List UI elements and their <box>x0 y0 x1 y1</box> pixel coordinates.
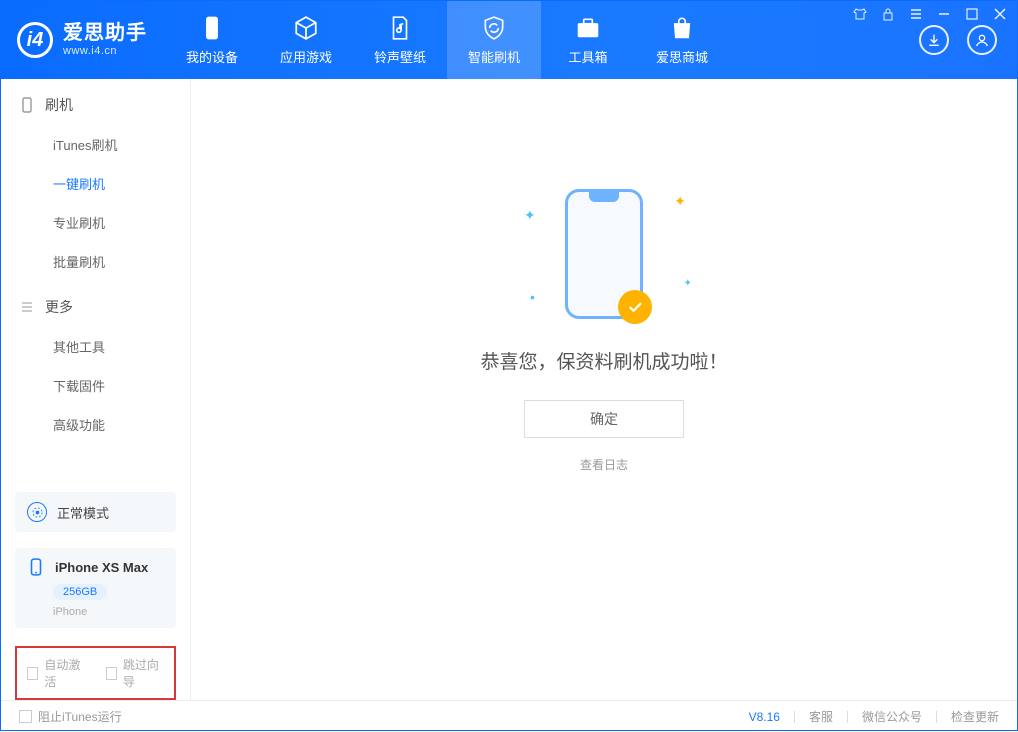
app-title: 爱思助手 <box>63 21 147 45</box>
sidebar: 刷机 iTunes刷机 一键刷机 专业刷机 批量刷机 更多 其他工具 下载固件 … <box>1 79 191 700</box>
sidebar-item-download-firmware[interactable]: 下载固件 <box>1 366 190 405</box>
sparkle-icon: • <box>530 289 535 305</box>
bag-icon <box>669 15 695 41</box>
ok-button[interactable]: 确定 <box>524 400 684 438</box>
wechat-link[interactable]: 微信公众号 <box>862 708 922 725</box>
sidebar-item-pro-flash[interactable]: 专业刷机 <box>1 203 190 242</box>
checkbox-label: 自动激活 <box>44 656 85 690</box>
app-header: i4 爱思助手 www.i4.cn 我的设备 应用游戏 铃声壁纸 <box>1 1 1017 79</box>
music-file-icon <box>387 15 413 41</box>
tab-label: 铃声壁纸 <box>374 47 426 66</box>
cube-icon <box>293 15 319 41</box>
checkbox-box-icon <box>27 667 38 680</box>
toolbox-icon <box>575 15 601 41</box>
checkbox-label: 跳过向导 <box>123 656 164 690</box>
tab-label: 智能刷机 <box>468 47 520 66</box>
check-icon <box>626 298 644 316</box>
checkbox-auto-activate[interactable]: 自动激活 <box>27 656 86 690</box>
window-controls <box>853 7 1007 21</box>
device-mode-label: 正常模式 <box>57 503 109 522</box>
refresh-shield-icon <box>481 15 507 41</box>
tab-games[interactable]: 应用游戏 <box>259 1 353 79</box>
main-panel: ✦ ✦ • ✦ 恭喜您，保资料刷机成功啦！ 确定 查看日志 <box>191 79 1017 700</box>
sidebar-section-more: 更多 <box>1 281 190 327</box>
section-title-label: 刷机 <box>45 95 73 115</box>
divider <box>794 711 795 723</box>
account-button[interactable] <box>967 25 997 55</box>
tab-toolbox[interactable]: 工具箱 <box>541 1 635 79</box>
success-message: 恭喜您，保资料刷机成功啦！ <box>191 347 1017 374</box>
checkbox-box-icon <box>19 710 32 723</box>
phone-outline-icon <box>19 97 35 113</box>
menu-icon[interactable] <box>909 7 923 21</box>
tab-label: 我的设备 <box>186 47 238 66</box>
minimize-icon[interactable] <box>937 7 951 21</box>
checkbox-box-icon <box>106 667 117 680</box>
sidebar-item-other-tools[interactable]: 其他工具 <box>1 327 190 366</box>
flash-options-row: 自动激活 跳过向导 <box>15 646 176 700</box>
tab-label: 应用游戏 <box>280 47 332 66</box>
device-mode-card[interactable]: 正常模式 <box>15 492 176 532</box>
close-icon[interactable] <box>993 7 1007 21</box>
divider <box>847 711 848 723</box>
footer-right: V8.16 客服 微信公众号 检查更新 <box>749 708 999 725</box>
maximize-icon[interactable] <box>965 7 979 21</box>
user-icon <box>974 32 990 48</box>
storage-badge: 256GB <box>53 584 107 600</box>
logo-block: i4 爱思助手 www.i4.cn <box>1 1 165 79</box>
tab-label: 爱思商城 <box>656 47 708 66</box>
phone-device-icon <box>27 558 45 576</box>
device-type-label: iPhone <box>53 606 87 618</box>
tab-label: 工具箱 <box>568 47 607 66</box>
mode-normal-icon <box>27 502 47 522</box>
sparkle-icon: ✦ <box>684 278 692 289</box>
device-name-label: iPhone XS Max <box>55 560 148 575</box>
sidebar-section-flash: 刷机 <box>1 79 190 125</box>
checkbox-label: 阻止iTunes运行 <box>38 708 122 725</box>
sidebar-item-oneclick-flash[interactable]: 一键刷机 <box>1 164 190 203</box>
tab-my-device[interactable]: 我的设备 <box>165 1 259 79</box>
success-illustration: ✦ ✦ • ✦ <box>504 189 704 319</box>
device-icon <box>199 15 225 41</box>
sidebar-item-itunes-flash[interactable]: iTunes刷机 <box>1 125 190 164</box>
phone-outline-icon <box>565 189 643 319</box>
version-label: V8.16 <box>749 710 780 724</box>
main-tabs: 我的设备 应用游戏 铃声壁纸 智能刷机 工具箱 <box>165 1 729 79</box>
view-log-link[interactable]: 查看日志 <box>191 456 1017 473</box>
sidebar-item-advanced[interactable]: 高级功能 <box>1 405 190 444</box>
download-icon <box>926 32 942 48</box>
sidebar-item-batch-flash[interactable]: 批量刷机 <box>1 242 190 281</box>
check-update-link[interactable]: 检查更新 <box>951 708 999 725</box>
support-link[interactable]: 客服 <box>809 708 833 725</box>
lock-icon[interactable] <box>881 7 895 21</box>
device-card[interactable]: iPhone XS Max 256GB iPhone <box>15 548 176 628</box>
checkbox-skip-guide[interactable]: 跳过向导 <box>106 656 165 690</box>
app-body: 刷机 iTunes刷机 一键刷机 专业刷机 批量刷机 更多 其他工具 下载固件 … <box>1 79 1017 700</box>
tab-smart-flash[interactable]: 智能刷机 <box>447 1 541 79</box>
tshirt-icon[interactable] <box>853 7 867 21</box>
section-title-label: 更多 <box>45 297 73 317</box>
logo-icon: i4 <box>17 22 53 58</box>
sparkle-icon: ✦ <box>674 193 686 210</box>
sparkle-icon: ✦ <box>524 207 536 224</box>
success-check-badge <box>618 290 652 324</box>
tab-store[interactable]: 爱思商城 <box>635 1 729 79</box>
tab-ringtones[interactable]: 铃声壁纸 <box>353 1 447 79</box>
checkbox-block-itunes[interactable]: 阻止iTunes运行 <box>19 708 122 725</box>
app-subtitle: www.i4.cn <box>63 45 147 58</box>
status-bar: 阻止iTunes运行 V8.16 客服 微信公众号 检查更新 <box>1 700 1017 732</box>
divider <box>936 711 937 723</box>
list-icon <box>19 299 35 315</box>
download-button[interactable] <box>919 25 949 55</box>
